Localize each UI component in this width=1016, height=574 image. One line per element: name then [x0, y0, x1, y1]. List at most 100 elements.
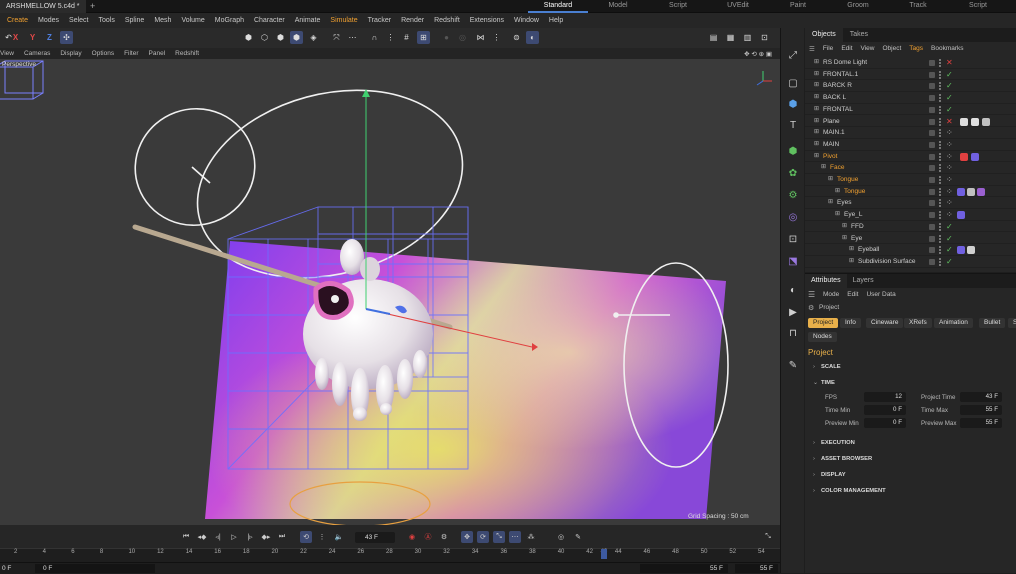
menu-tools[interactable]: Tools [94, 17, 120, 24]
layout-groom[interactable]: Groom [828, 0, 888, 13]
text-spline-icon[interactable]: T [786, 118, 800, 132]
object-row[interactable]: ⊞ Pivot ⁘ [805, 151, 1016, 163]
render-view-icon[interactable]: ▤ [707, 31, 720, 44]
menu-character[interactable]: Character [249, 17, 290, 24]
object-tag-icon[interactable] [971, 117, 979, 126]
visibility-dots[interactable] [939, 129, 942, 138]
visibility-dots[interactable] [939, 164, 942, 173]
symmetry-options-icon[interactable]: ⋮ [490, 31, 503, 44]
playhead[interactable] [600, 549, 607, 559]
menu-mesh[interactable]: Mesh [149, 17, 176, 24]
layout-model[interactable]: Model [588, 0, 648, 13]
layout-script[interactable]: Script [648, 0, 708, 13]
attr-btn-bullet[interactable]: Bullet [979, 318, 1006, 328]
visibility-dots[interactable] [939, 199, 942, 208]
layer-color-swatch[interactable] [929, 118, 935, 125]
generator-state-icon[interactable]: ⁘ [946, 174, 953, 185]
section-scale[interactable]: › SCALE [813, 364, 841, 370]
layer-color-swatch[interactable] [929, 188, 935, 195]
enabled-check-icon[interactable]: ✓ [946, 104, 953, 115]
tag-icon[interactable]: ⬔ [786, 254, 800, 268]
visibility-dots[interactable] [939, 152, 942, 161]
layer-color-swatch[interactable] [929, 200, 935, 207]
timeline-ruler[interactable]: 2468101214161820222426283032343638404243… [0, 548, 780, 562]
visibility-dots[interactable] [939, 234, 942, 243]
tweak-mode-icon[interactable]: ⋯ [346, 31, 359, 44]
menu-extensions[interactable]: Extensions [465, 17, 509, 24]
layer-color-swatch[interactable] [929, 212, 935, 219]
visibility-dots[interactable] [939, 140, 942, 149]
3d-viewport[interactable]: Perspective Grid Spacing : 50 cm [0, 59, 780, 525]
layer-color-swatch[interactable] [929, 235, 935, 242]
camera-view-icon[interactable]: ◐ [526, 31, 539, 44]
menu-create[interactable]: Create [2, 17, 33, 24]
layer-color-swatch[interactable] [929, 71, 935, 78]
menu-spline[interactable]: Spline [120, 17, 149, 24]
previous-frame-icon[interactable]: ◃| [212, 531, 224, 543]
preview-max-field[interactable]: 55 F [960, 418, 1002, 428]
tab-takes[interactable]: Takes [843, 28, 875, 42]
layer-color-swatch[interactable] [929, 258, 935, 265]
visibility-dots[interactable] [939, 94, 942, 103]
objects-menu-object[interactable]: Object [879, 45, 906, 52]
visibility-dots[interactable] [939, 59, 942, 67]
enabled-check-icon[interactable]: ✓ [946, 92, 953, 103]
symmetry-icon[interactable]: ⋈ [474, 31, 487, 44]
generator-state-icon[interactable]: ⁘ [946, 127, 953, 138]
cloner-icon[interactable]: ✿ [786, 166, 800, 180]
preview-min-field[interactable]: 0 F [864, 418, 906, 428]
section-execution[interactable]: › EXECUTION [813, 440, 855, 446]
object-row[interactable]: ⊞ Eye_L ⁘ [805, 209, 1016, 221]
layer-color-swatch[interactable] [929, 141, 935, 148]
attributes-menu-user-data[interactable]: User Data [862, 291, 899, 298]
render-to-picture-viewer-icon[interactable]: ▦ [724, 31, 737, 44]
visibility-dots[interactable] [939, 70, 942, 79]
key-position-icon[interactable]: ✥ [461, 531, 473, 543]
object-row[interactable]: ⊞ Tongue ⁘ [805, 186, 1016, 198]
current-frame-field[interactable]: 43 F [355, 532, 395, 543]
layout-track[interactable]: Track [888, 0, 948, 13]
visibility-dots[interactable] [939, 82, 942, 91]
bake-icon[interactable]: ✎ [572, 531, 584, 543]
menu-redshift[interactable]: Redshift [429, 17, 465, 24]
enabled-check-icon[interactable]: ✓ [946, 69, 953, 80]
magnet-icon[interactable]: ∩ [368, 31, 381, 44]
section-asset-browser[interactable]: › ASSET BROWSER [813, 456, 872, 462]
autokey-icon[interactable]: Ⓐ [422, 531, 434, 543]
generator-state-icon[interactable]: ⁘ [946, 139, 953, 150]
tab-attributes[interactable]: Attributes [805, 274, 847, 288]
object-tag-icon[interactable] [982, 117, 990, 126]
object-tag-icon[interactable] [977, 187, 985, 196]
cube-object-icon[interactable]: ▢ [786, 76, 800, 90]
layout-standard[interactable]: Standard [528, 0, 588, 13]
section-display[interactable]: › DISPLAY [813, 472, 846, 478]
scene-camera-icon[interactable]: ⊡ [786, 232, 800, 246]
motion-clip-icon[interactable]: ◎ [555, 531, 567, 543]
document-tab[interactable]: ARSHMELLOW 5.c4d * [0, 0, 86, 13]
layer-color-swatch[interactable] [929, 165, 935, 172]
layer-color-swatch[interactable] [929, 247, 935, 254]
generator-state-icon[interactable]: ⁘ [946, 186, 953, 197]
layout-paint[interactable]: Paint [768, 0, 828, 13]
record-camera-icon[interactable]: ▶ [786, 305, 800, 319]
attr-btn-xrefs[interactable]: XRefs [904, 318, 932, 328]
object-tag-icon[interactable] [960, 152, 968, 161]
workplane-snap-icon[interactable]: ⊞ [417, 31, 430, 44]
object-row[interactable]: ⊞ FRONTAL ✓ [805, 104, 1016, 116]
range-min-field[interactable]: 0 F [35, 564, 155, 573]
layer-color-swatch[interactable] [929, 130, 935, 137]
project-time-field[interactable]: 43 F [960, 392, 1002, 402]
visibility-dots[interactable] [939, 176, 942, 184]
viewport-menu-filter[interactable]: Filter [119, 50, 143, 57]
object-row[interactable]: ⊞ Eyes ⁘ [805, 197, 1016, 210]
object-row[interactable]: ⊞ Face ⁘ [805, 162, 1016, 174]
generator-state-icon[interactable]: ⁘ [946, 197, 953, 208]
hamburger-icon[interactable]: ☰ [805, 45, 819, 53]
playback-rate-icon[interactable]: ⋮ [316, 531, 328, 543]
menu-render[interactable]: Render [396, 17, 429, 24]
viewport-menu-options[interactable]: Options [87, 50, 119, 57]
object-tag-icon[interactable] [960, 117, 968, 126]
section-color-management[interactable]: › COLOR MANAGEMENT [813, 488, 886, 494]
key-scale-icon[interactable]: ⤡ [493, 531, 505, 543]
object-row[interactable]: ⊞ Eyeball ✓ [805, 244, 1016, 256]
